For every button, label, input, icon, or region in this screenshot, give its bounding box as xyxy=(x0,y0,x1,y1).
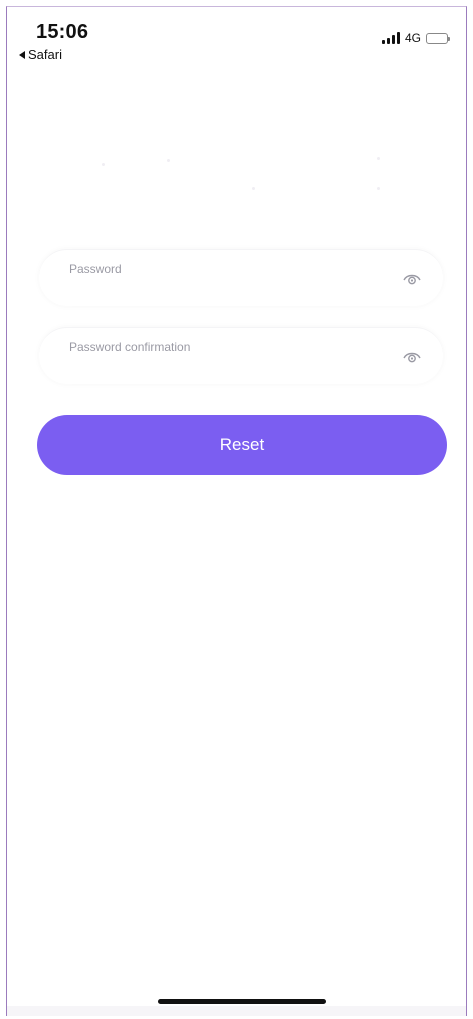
app-frame: 15:06 Safari 4G Password Password confir… xyxy=(6,6,467,1016)
back-arrow-icon xyxy=(19,50,25,59)
reset-button[interactable]: Reset xyxy=(37,415,447,475)
back-label: Safari xyxy=(28,47,62,62)
password-field[interactable]: Password xyxy=(39,249,443,306)
back-to-safari-link[interactable]: Safari xyxy=(19,47,62,62)
password-placeholder: Password xyxy=(69,262,122,276)
bottom-safe-area xyxy=(7,1006,466,1016)
password-confirmation-field[interactable]: Password confirmation xyxy=(39,327,443,384)
password-confirmation-placeholder: Password confirmation xyxy=(69,340,191,354)
home-indicator[interactable] xyxy=(158,999,326,1004)
eye-icon[interactable] xyxy=(403,272,421,286)
logo-placeholder xyxy=(102,157,382,197)
status-indicators: 4G xyxy=(381,31,450,45)
status-bar: 15:06 Safari 4G xyxy=(7,7,466,67)
network-label: 4G xyxy=(404,31,421,45)
status-time: 15:06 xyxy=(36,21,89,43)
eye-icon[interactable] xyxy=(403,350,421,364)
battery-icon xyxy=(426,32,450,44)
signal-icon xyxy=(381,32,400,44)
